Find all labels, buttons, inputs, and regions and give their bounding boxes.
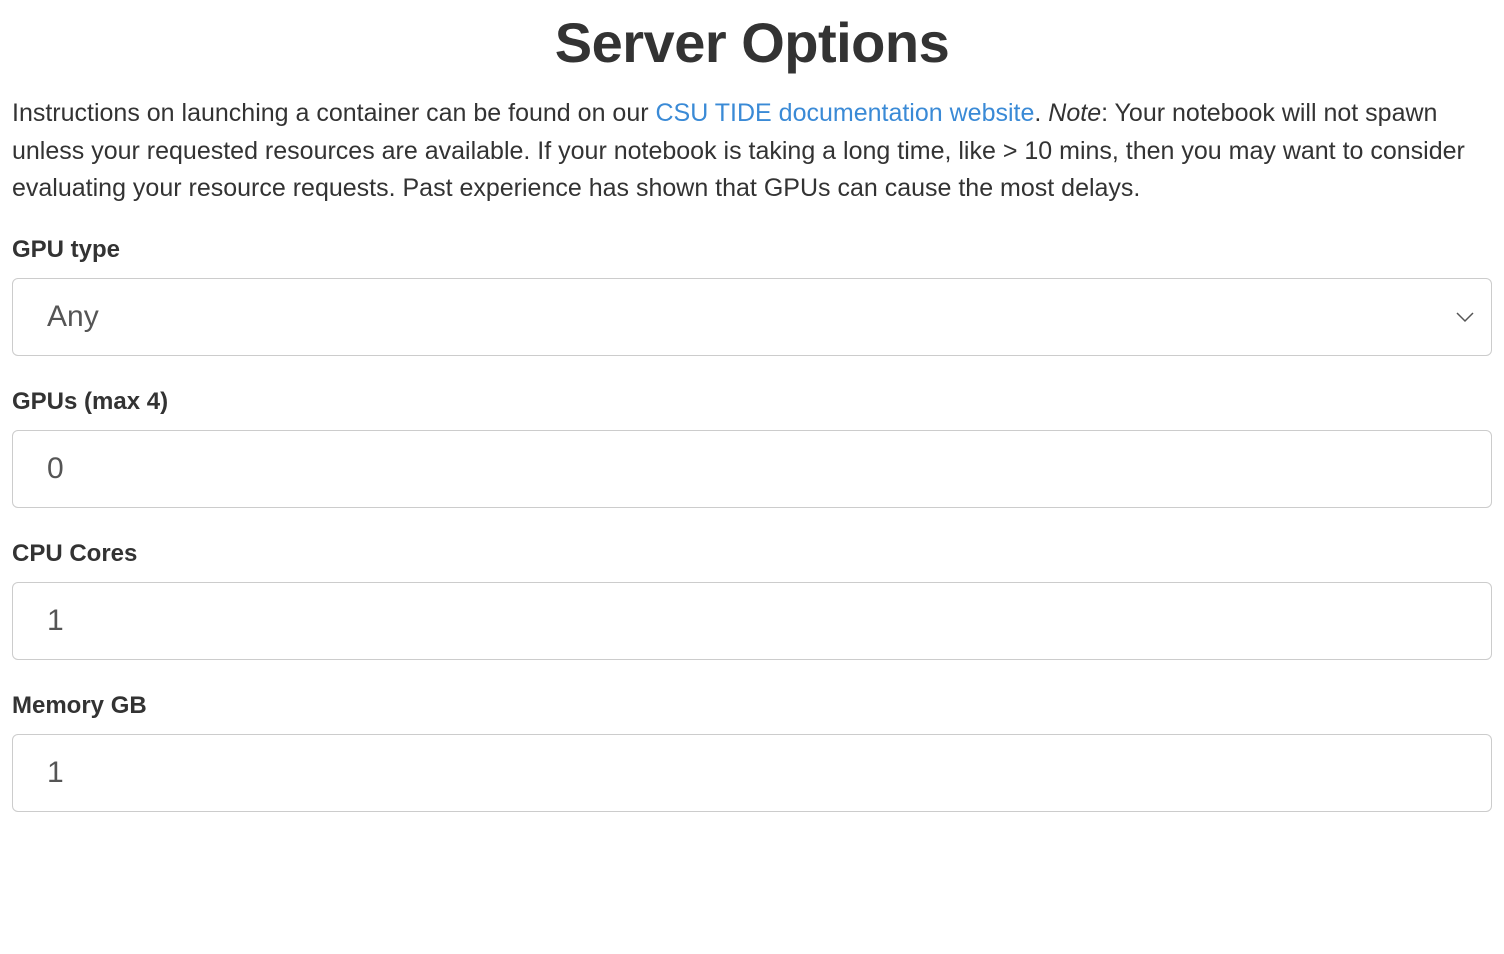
gpu-type-label: GPU type xyxy=(12,236,1492,264)
intro-prefix: Instructions on launching a container ca… xyxy=(12,99,656,127)
gpu-type-select-wrapper: Any xyxy=(12,278,1492,356)
intro-after-link: . xyxy=(1034,99,1048,127)
gpus-label: GPUs (max 4) xyxy=(12,388,1492,416)
cpu-cores-group: CPU Cores xyxy=(12,540,1492,660)
intro-paragraph: Instructions on launching a container ca… xyxy=(12,95,1492,208)
note-label: Note xyxy=(1048,99,1101,127)
gpu-type-group: GPU type Any xyxy=(12,236,1492,356)
page-title: Server Options xyxy=(12,10,1492,75)
cpu-cores-input[interactable] xyxy=(12,582,1492,660)
memory-gb-input[interactable] xyxy=(12,734,1492,812)
memory-gb-group: Memory GB xyxy=(12,692,1492,812)
server-options-form: Server Options Instructions on launching… xyxy=(12,10,1492,812)
gpu-type-select[interactable]: Any xyxy=(12,278,1492,356)
docs-link[interactable]: CSU TIDE documentation website xyxy=(656,99,1035,127)
cpu-cores-label: CPU Cores xyxy=(12,540,1492,568)
memory-gb-label: Memory GB xyxy=(12,692,1492,720)
gpus-input[interactable] xyxy=(12,430,1492,508)
gpus-group: GPUs (max 4) xyxy=(12,388,1492,508)
